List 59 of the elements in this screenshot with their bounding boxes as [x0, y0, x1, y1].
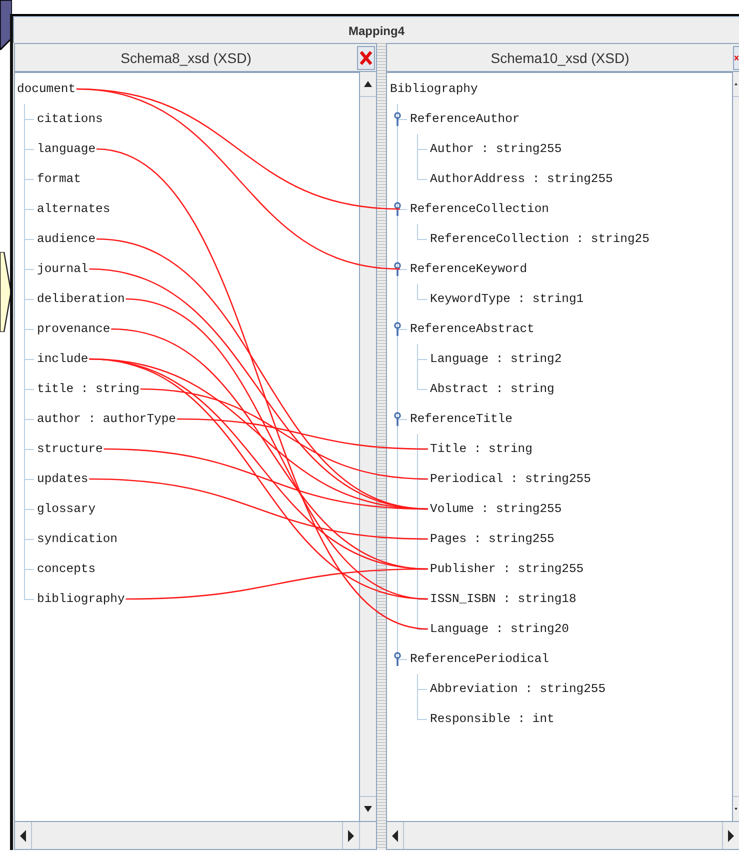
tree-node[interactable]: audience [37, 232, 96, 246]
expanded-handle-icon[interactable] [393, 112, 402, 126]
panel-title: Schema10_xsd (XSD) [490, 50, 630, 66]
tree-node[interactable]: include [37, 352, 88, 366]
tree-node[interactable]: AuthorAddress : string255 [430, 172, 613, 186]
tree-node[interactable]: ReferenceTitle [410, 412, 512, 426]
tree-node[interactable]: Publisher : string255 [430, 562, 584, 576]
tree-node[interactable]: citations [37, 112, 103, 126]
tree-node[interactable]: Language : string20 [430, 622, 569, 636]
tree-node[interactable]: author : authorType [37, 412, 176, 426]
vertical-scrollbar[interactable] [359, 72, 376, 821]
expanded-handle-icon[interactable] [393, 652, 402, 666]
tree-node[interactable]: Abbreviation : string255 [430, 682, 606, 696]
close-icon [359, 50, 373, 66]
tree-node[interactable]: Title : string [430, 442, 532, 456]
close-button[interactable] [357, 46, 375, 70]
tree-node[interactable]: journal [37, 262, 88, 276]
tree-node[interactable]: alternates [37, 202, 110, 216]
tree-node[interactable]: concepts [37, 562, 96, 576]
scroll-left-icon[interactable] [390, 828, 400, 844]
tree-node[interactable]: language [37, 142, 96, 156]
tree-node[interactable]: ReferenceKeyword [410, 262, 528, 276]
tree-node[interactable]: ReferenceCollection : string25 [430, 232, 650, 246]
tree-node[interactable]: ReferenceCollection [410, 202, 549, 216]
tree-node[interactable]: Language : string2 [430, 352, 562, 366]
tree-node[interactable]: Periodical : string255 [430, 472, 591, 486]
scroll-right-icon[interactable] [346, 828, 356, 844]
tree-node[interactable]: KeywordType : string1 [430, 292, 584, 306]
panel-title: Schema8_xsd (XSD) [120, 50, 252, 66]
tree-node[interactable]: Volume : string255 [430, 502, 562, 516]
tree-node[interactable]: ReferenceAbstract [410, 322, 534, 336]
tree-node[interactable]: glossary [37, 502, 96, 516]
expanded-handle-icon[interactable] [393, 412, 402, 426]
tree-node[interactable]: ReferencePeriodical [410, 652, 549, 666]
tree-node[interactable]: Responsible : int [430, 712, 554, 726]
tree-node[interactable]: document [17, 82, 76, 96]
tree-node[interactable]: Author : string255 [430, 142, 562, 156]
expanded-handle-icon[interactable] [393, 202, 402, 216]
tree-node[interactable]: structure [37, 442, 103, 456]
tree-node[interactable]: provenance [37, 322, 110, 336]
tree-node[interactable]: ReferenceAuthor [410, 112, 520, 126]
tree-node[interactable]: Bibliography [390, 82, 478, 96]
tree-node[interactable]: updates [37, 472, 88, 486]
tree-node[interactable]: Abstract : string [430, 382, 554, 396]
mapping-line[interactable] [126, 568, 428, 600]
vertical-scrollbar[interactable] [732, 72, 739, 821]
scroll-right-icon[interactable] [726, 828, 736, 844]
expanded-handle-icon[interactable] [393, 262, 402, 276]
tree-node[interactable]: bibliography [37, 592, 125, 606]
tree-node[interactable]: syndication [37, 532, 118, 546]
scroll-left-icon[interactable] [18, 828, 28, 844]
expanded-handle-icon[interactable] [393, 322, 402, 336]
tree-node[interactable]: title : string [37, 382, 140, 396]
tree-node[interactable]: deliberation [37, 292, 125, 306]
tree-node[interactable]: Pages : string255 [430, 532, 554, 546]
close-button[interactable] [733, 46, 739, 70]
mapping-line[interactable] [104, 448, 428, 510]
tree-node[interactable]: format [37, 172, 81, 186]
tree-node[interactable]: ISSN_ISBN : string18 [430, 592, 576, 606]
